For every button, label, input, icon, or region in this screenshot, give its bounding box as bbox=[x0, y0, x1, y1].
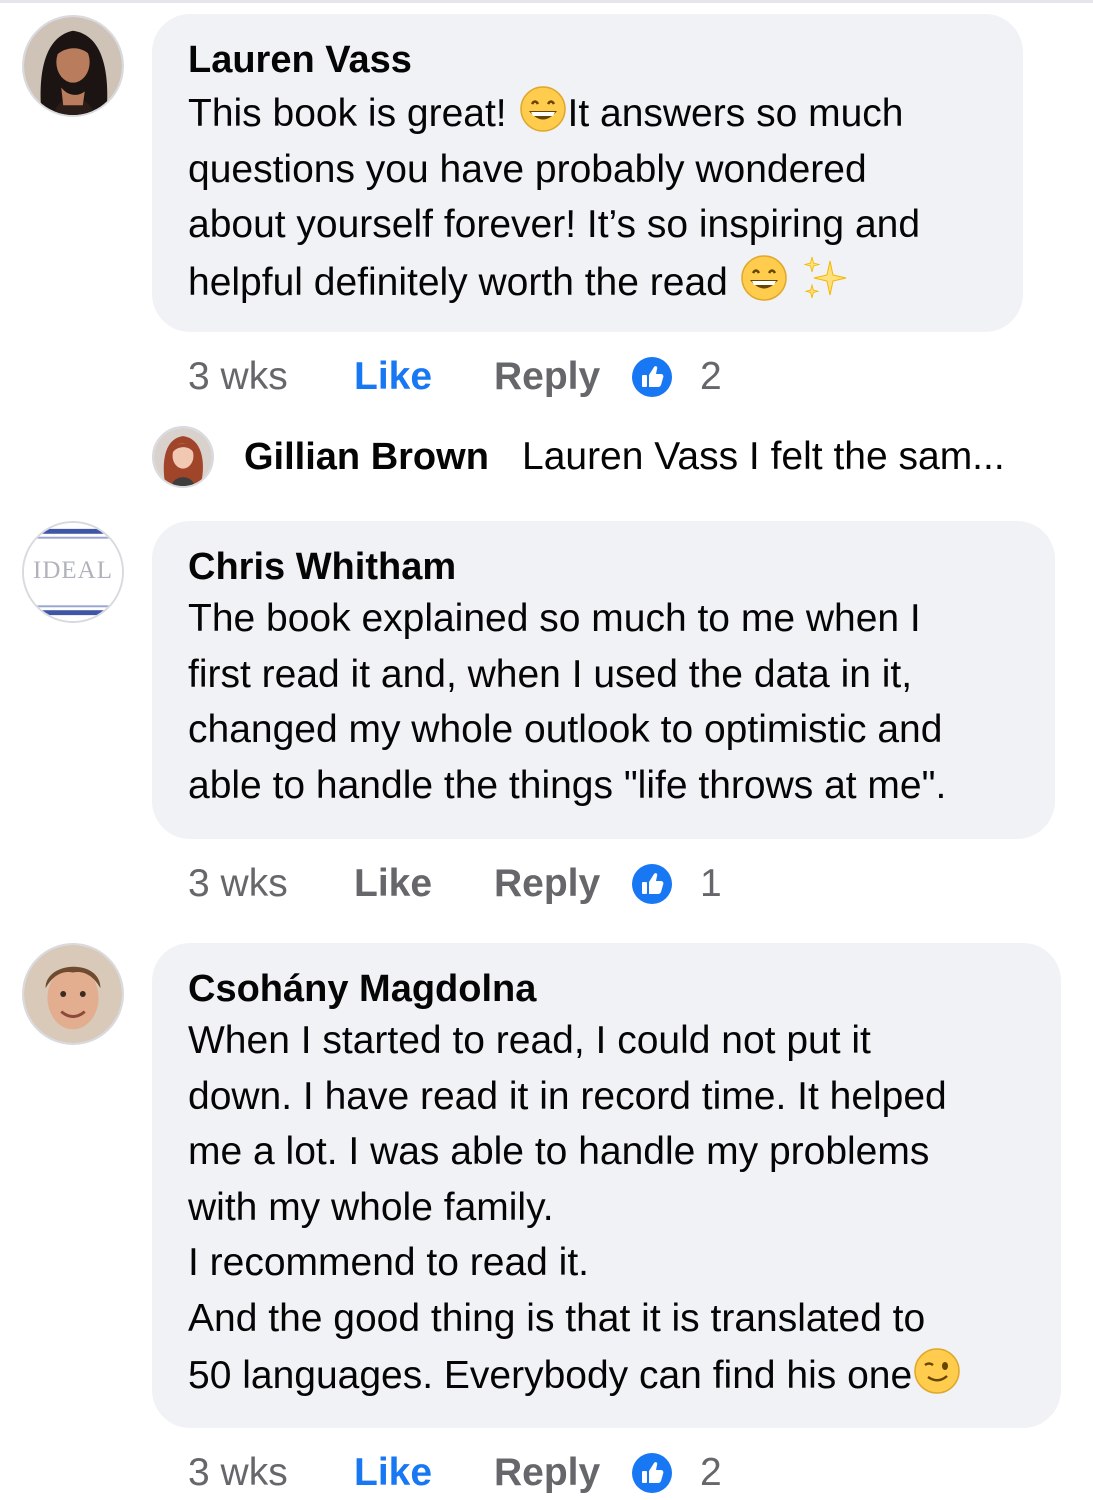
comment-line: This book is great! It answers so much bbox=[188, 84, 987, 142]
grinning-face-emoji-icon bbox=[739, 253, 789, 303]
thumbs-up-icon[interactable] bbox=[630, 355, 674, 399]
avatar-lauren-vass[interactable] bbox=[22, 15, 124, 117]
comment-line: I recommend to read it. bbox=[188, 1241, 590, 1284]
comment-timestamp[interactable]: 3 wks bbox=[188, 352, 288, 402]
red-hair-woman-avatar-icon bbox=[154, 428, 212, 486]
comment-text: When I started to read, I could not put … bbox=[188, 1013, 1025, 1404]
comment-bubble: Chris Whitham The book explained so much… bbox=[152, 521, 1055, 839]
comment-line: questions you have probably wondered bbox=[188, 147, 867, 191]
comment-line: able to handle the things "life throws a… bbox=[188, 763, 947, 807]
avatar-csohany-magdolna[interactable] bbox=[22, 943, 124, 1045]
comment-line: down. I have read it in record time. It … bbox=[188, 1074, 947, 1118]
avatar-gillian-brown[interactable] bbox=[152, 426, 214, 488]
comment-line: changed my whole outlook to optimistic a… bbox=[188, 708, 943, 751]
thumbs-up-icon[interactable] bbox=[630, 1451, 674, 1495]
ideal-logo-text: IDEAL bbox=[33, 557, 113, 584]
reply-button[interactable]: Reply bbox=[494, 859, 600, 909]
like-button[interactable]: Like bbox=[354, 352, 432, 402]
comment-line: about yourself forever! It’s so inspirin… bbox=[188, 203, 921, 246]
comment-author[interactable]: Chris Whitham bbox=[188, 543, 1019, 591]
reaction-count[interactable]: 1 bbox=[700, 859, 722, 909]
comment-bubble: Csohány Magdolna When I started to read,… bbox=[152, 943, 1061, 1428]
like-button[interactable]: Like bbox=[354, 859, 432, 909]
comment-line-text: 50 languages. Everybody can find his one bbox=[188, 1354, 913, 1397]
comment-line-text: It answers so much bbox=[567, 92, 904, 135]
comment-author[interactable]: Lauren Vass bbox=[188, 36, 987, 84]
comment-line: with my whole family. bbox=[188, 1185, 554, 1229]
comment-line: When I started to read, I could not put … bbox=[188, 1019, 871, 1062]
reply-button[interactable]: Reply bbox=[494, 1448, 600, 1498]
comment-line: The book explained so much to me when I bbox=[188, 597, 921, 640]
comment-line: And the good thing is that it is transla… bbox=[188, 1296, 926, 1340]
comment-line-text: This book is great! bbox=[188, 92, 507, 135]
comment-author[interactable]: Csohány Magdolna bbox=[188, 965, 1025, 1013]
woman-short-hair-avatar-icon bbox=[24, 945, 122, 1043]
comment-timestamp[interactable]: 3 wks bbox=[188, 859, 288, 909]
reply-preview-text[interactable]: Lauren Vass I felt the sam... bbox=[522, 432, 1005, 482]
woman-portrait-avatar-icon bbox=[24, 17, 122, 115]
top-divider bbox=[0, 0, 1093, 3]
comment-line-text: helpful definitely worth the read bbox=[188, 260, 728, 304]
comment-line: me a lot. I was able to handle my proble… bbox=[188, 1130, 930, 1173]
reaction-count[interactable]: 2 bbox=[700, 1448, 722, 1498]
reply-button[interactable]: Reply bbox=[494, 352, 600, 402]
sparkles-emoji-icon bbox=[800, 253, 850, 303]
comment-bubble: Lauren Vass This book is great! It answe… bbox=[152, 14, 1023, 332]
thumbs-up-icon[interactable] bbox=[630, 862, 674, 906]
comment-text: This book is great! It answers so much q… bbox=[188, 84, 987, 310]
comment-line: first read it and, when I used the data … bbox=[188, 652, 913, 696]
comment-line: 50 languages. Everybody can find his one bbox=[188, 1346, 1025, 1404]
reaction-count[interactable]: 2 bbox=[700, 352, 722, 402]
avatar-chris-whitham[interactable]: IDEAL bbox=[22, 521, 124, 623]
grinning-face-emoji-icon bbox=[518, 84, 568, 134]
like-button[interactable]: Like bbox=[354, 1448, 432, 1498]
comment-timestamp[interactable]: 3 wks bbox=[188, 1448, 288, 1498]
comment-text: The book explained so much to me when I … bbox=[188, 591, 1019, 813]
reply-author[interactable]: Gillian Brown bbox=[244, 432, 489, 482]
winking-face-emoji-icon bbox=[912, 1346, 962, 1396]
comment-line: helpful definitely worth the read bbox=[188, 253, 987, 311]
